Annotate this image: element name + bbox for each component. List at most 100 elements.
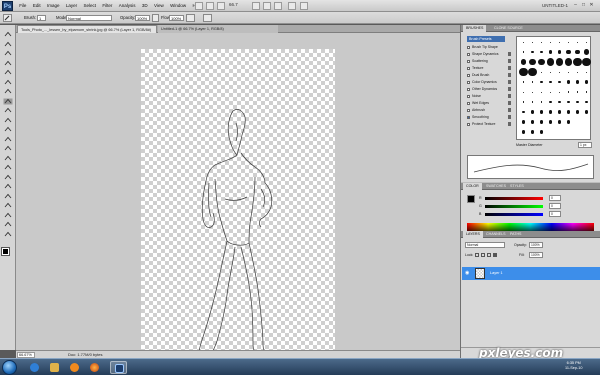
brush-preset-dot[interactable] — [557, 110, 562, 114]
mini-bridge-icon[interactable] — [206, 2, 214, 10]
brush-option-texture[interactable]: Texture — [467, 65, 511, 71]
tab-color[interactable]: COLOR — [463, 183, 482, 190]
brush-preset-dot[interactable] — [519, 67, 528, 77]
lasso-tool-icon[interactable] — [3, 50, 13, 57]
brush-preset-dot[interactable] — [559, 91, 560, 93]
brush-option-tip-shape[interactable]: Brush Tip Shape — [467, 44, 511, 50]
brush-preset-dot[interactable] — [573, 57, 582, 67]
menu-view[interactable]: View — [151, 0, 167, 12]
screen-mode-icon[interactable] — [300, 2, 308, 10]
lock-transparent-icon[interactable] — [475, 253, 479, 257]
brush-preset-dot[interactable] — [558, 100, 561, 104]
menu-filter[interactable]: Filter — [99, 0, 115, 12]
blur-tool-icon[interactable] — [3, 145, 13, 152]
canvas[interactable] — [141, 49, 335, 361]
lock-image-icon[interactable] — [481, 253, 485, 257]
menu-analysis[interactable]: Analysis — [116, 0, 139, 12]
brush-preset-dot[interactable] — [557, 50, 562, 54]
checkbox[interactable] — [467, 94, 470, 98]
checkbox[interactable] — [467, 87, 470, 91]
brush-preset-dot[interactable] — [585, 91, 588, 93]
rotate-view-icon[interactable] — [274, 2, 282, 10]
checkbox[interactable] — [467, 108, 470, 112]
brush-preset-dot[interactable] — [584, 110, 589, 114]
foreground-color-swatch[interactable] — [467, 195, 475, 203]
checkbox[interactable] — [467, 52, 470, 56]
taskbar-ie[interactable] — [26, 361, 43, 374]
brush-preset-dot[interactable] — [577, 41, 578, 43]
brush-preset-dot[interactable] — [576, 91, 579, 93]
brush-preset-dot[interactable] — [522, 110, 525, 114]
menu-window[interactable]: Window — [167, 0, 189, 12]
minimize-button[interactable]: – — [573, 2, 578, 8]
mode-select[interactable]: Normal — [66, 15, 112, 21]
red-value-field[interactable]: 0 — [549, 195, 561, 201]
airbrush-icon[interactable] — [186, 14, 195, 22]
brush-preset-dot[interactable] — [530, 110, 535, 114]
brush-option-wet-edges[interactable]: Wet Edges — [467, 100, 511, 106]
brush-preset-dot[interactable] — [540, 80, 543, 84]
brush-preset-dot[interactable] — [531, 101, 534, 103]
brush-preset-dot[interactable] — [546, 58, 555, 66]
menu-image[interactable]: Image — [44, 0, 63, 12]
brush-preset-dot[interactable] — [541, 71, 542, 73]
layer-name[interactable]: Layer 1 — [490, 267, 503, 280]
brush-preset-dot[interactable] — [566, 110, 571, 114]
brush-preset-dot[interactable] — [575, 110, 580, 114]
document-tab-active[interactable]: Tools_Photo_..._lessen_by_elpamom_shrink… — [17, 25, 157, 33]
brush-option-color-dynamics[interactable]: Color Dynamics — [467, 79, 511, 85]
brush-preset-grid[interactable] — [516, 36, 591, 140]
brush-option-shape-dynamics[interactable]: Shape Dynamics — [467, 51, 511, 57]
tab-clone-source[interactable]: CLONE SOURCE — [491, 25, 526, 32]
foreground-color[interactable] — [1, 247, 10, 256]
brush-preset-dot[interactable] — [522, 81, 525, 83]
opacity-pressure-icon[interactable] — [152, 14, 159, 22]
brush-preset-dot[interactable] — [520, 59, 527, 65]
zoom-tool-icon[interactable] — [263, 2, 271, 10]
brush-preset-dot[interactable] — [539, 120, 544, 124]
clock[interactable]: 6:35 PM 11-Sep-10 — [565, 361, 582, 371]
tab-swatches[interactable]: SWATCHES — [483, 183, 509, 190]
view-extras-icon[interactable] — [217, 2, 225, 10]
flow-field[interactable]: 100% — [169, 15, 184, 21]
tablet-pressure-icon[interactable] — [203, 14, 212, 22]
brush-preset-dot[interactable] — [531, 50, 534, 54]
menu-3d[interactable]: 3D — [139, 0, 151, 12]
brush-preset-dot[interactable] — [550, 91, 551, 93]
brush-preset-dot[interactable] — [532, 91, 533, 93]
brush-preset-dot[interactable] — [540, 101, 543, 103]
eraser-tool-icon[interactable] — [3, 126, 13, 133]
blue-slider-track[interactable] — [485, 212, 543, 216]
brush-preset-dot[interactable] — [566, 120, 571, 124]
taskbar-media[interactable] — [66, 361, 83, 374]
brush-preset-dot[interactable] — [521, 120, 526, 124]
brush-presets-button[interactable]: Brush Presets — [467, 36, 505, 42]
zoom-tool-icon[interactable] — [3, 231, 13, 238]
brush-preset-dot[interactable] — [541, 91, 542, 93]
brush-preset-dot[interactable] — [566, 49, 571, 55]
workspace-switcher[interactable]: UNTITLED-1 — [542, 0, 568, 12]
brush-preset-dot[interactable] — [586, 41, 587, 43]
move-tool-icon[interactable] — [3, 31, 13, 38]
brush-preset-dot[interactable] — [528, 67, 537, 77]
start-button[interactable] — [2, 360, 17, 375]
lock-all-icon[interactable] — [493, 253, 497, 257]
marquee-tool-icon[interactable] — [3, 41, 13, 48]
bridge-icon[interactable] — [195, 2, 203, 10]
brush-preset-dot[interactable] — [555, 58, 564, 66]
brush-tool-icon[interactable] — [3, 98, 13, 105]
checkbox[interactable] — [467, 45, 470, 49]
tab-layers[interactable]: LAYERS — [463, 231, 483, 238]
blend-mode-select[interactable]: Normal — [465, 242, 505, 248]
brush-preset-dot[interactable] — [582, 57, 591, 67]
hand-tool-icon[interactable] — [3, 221, 13, 228]
arrange-documents-icon[interactable] — [288, 2, 296, 10]
brush-preset-dot[interactable] — [550, 71, 551, 73]
opacity-field[interactable]: 100% — [135, 15, 150, 21]
quick-selection-tool-icon[interactable] — [3, 60, 13, 67]
brush-preset-dot[interactable] — [548, 110, 553, 114]
healing-brush-tool-icon[interactable] — [3, 88, 13, 95]
brush-preset-dot[interactable] — [577, 71, 578, 73]
brush-option-noise[interactable]: Noise — [467, 93, 511, 99]
brush-preset-dot[interactable] — [549, 100, 552, 104]
